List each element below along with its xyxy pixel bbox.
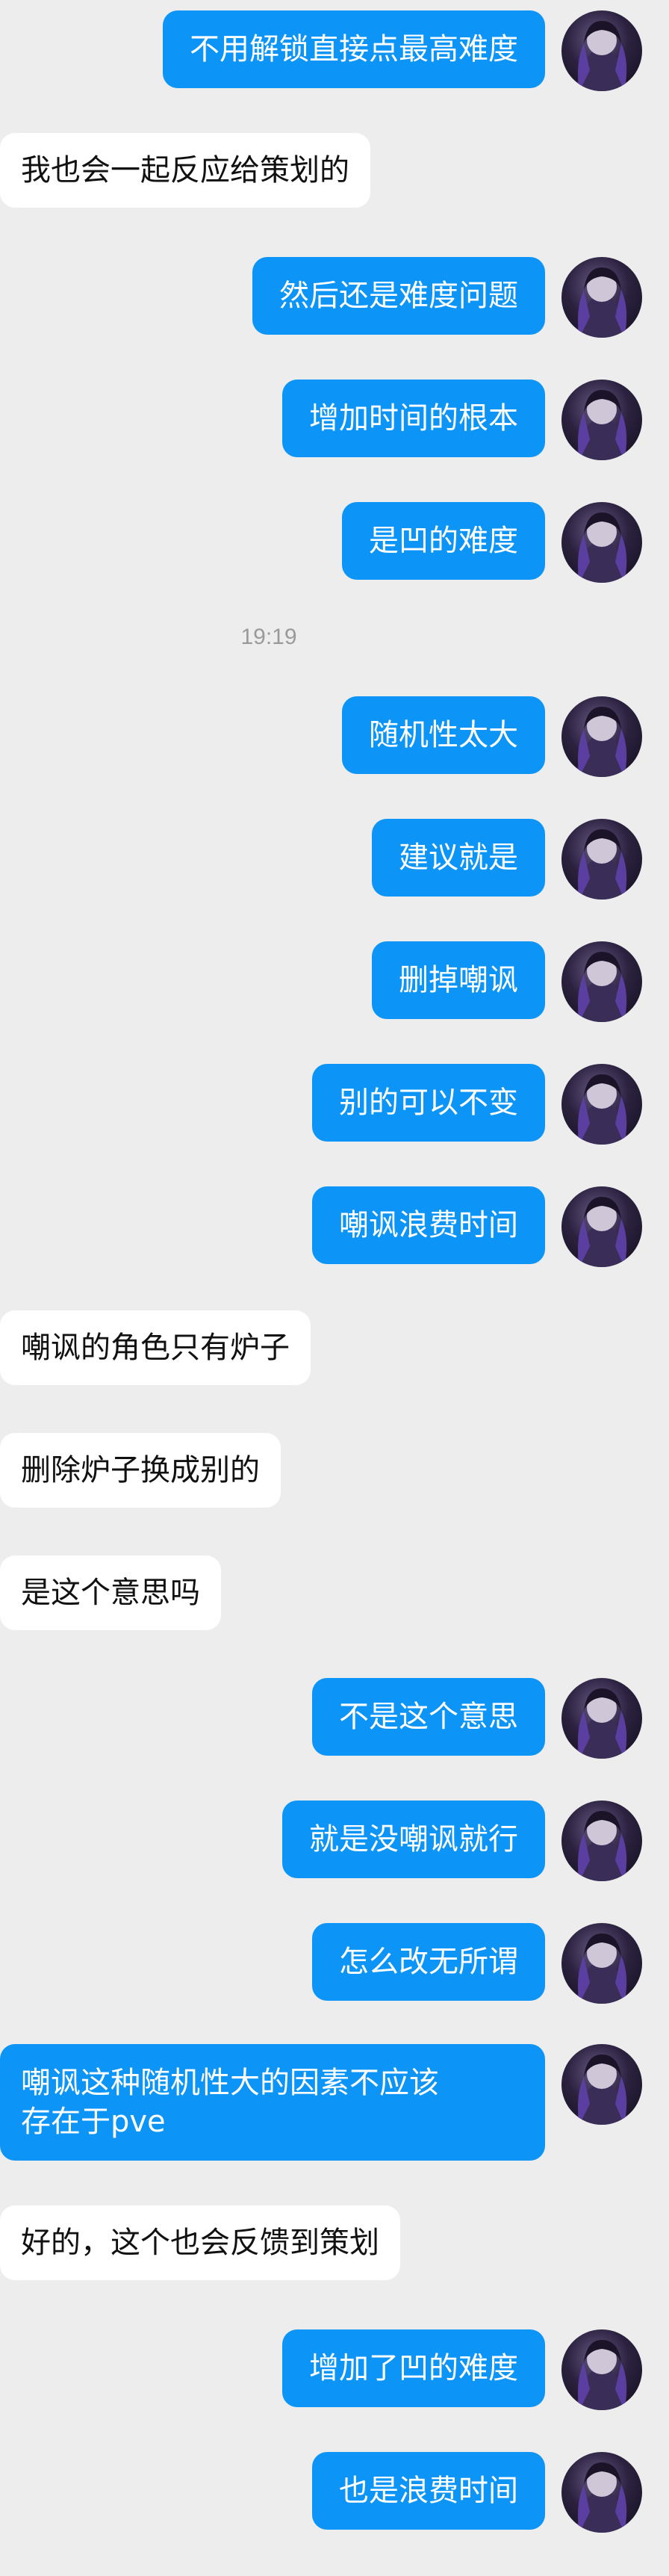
message-row-incoming: 我也会一起反应给策划的 xyxy=(0,133,669,215)
message-row-outgoing: 随机性太大 xyxy=(0,696,669,778)
user-avatar-icon[interactable] xyxy=(561,1923,642,2004)
user-avatar-icon[interactable] xyxy=(561,10,642,91)
message-row-outgoing: 嘲讽浪费时间 xyxy=(0,1186,669,1269)
message-row-outgoing: 不是这个意思 xyxy=(0,1678,669,1760)
message-bubble-incoming[interactable]: 删除炉子换成别的 xyxy=(0,1433,281,1508)
chat-timestamp: 19:19 xyxy=(240,625,297,649)
user-avatar-icon[interactable] xyxy=(561,380,642,460)
user-avatar-icon[interactable] xyxy=(561,2329,642,2410)
user-avatar-icon[interactable] xyxy=(561,1801,642,1881)
message-bubble-outgoing[interactable]: 是凹的难度 xyxy=(342,502,545,580)
message-row-outgoing: 怎么改无所谓 xyxy=(0,1923,669,2005)
message-row-outgoing: 也是浪费时间 xyxy=(0,2452,669,2534)
message-row-incoming: 嘲讽的角色只有炉子 xyxy=(0,1310,669,1393)
user-avatar-icon[interactable] xyxy=(561,2044,642,2125)
message-bubble-incoming[interactable]: 好的，这个也会反馈到策划 xyxy=(0,2205,400,2280)
user-avatar-icon[interactable] xyxy=(561,1064,642,1145)
message-row-outgoing: 增加时间的根本 xyxy=(0,380,669,462)
message-bubble-outgoing[interactable]: 增加了凹的难度 xyxy=(282,2329,545,2407)
message-bubble-incoming[interactable]: 我也会一起反应给策划的 xyxy=(0,133,370,208)
message-row-outgoing: 别的可以不变 xyxy=(0,1064,669,1146)
message-row-outgoing: 就是没嘲讽就行 xyxy=(0,1801,669,1883)
user-avatar-icon[interactable] xyxy=(561,2452,642,2533)
message-bubble-outgoing[interactable]: 增加时间的根本 xyxy=(282,380,545,457)
message-row-outgoing: 不用解锁直接点最高难度 xyxy=(0,10,669,93)
message-bubble-outgoing[interactable]: 然后还是难度问题 xyxy=(252,257,545,335)
message-row-outgoing: 删掉嘲讽 xyxy=(0,941,669,1024)
message-bubble-outgoing[interactable]: 不用解锁直接点最高难度 xyxy=(163,10,545,88)
message-bubble-outgoing[interactable]: 也是浪费时间 xyxy=(312,2452,545,2530)
message-row-outgoing: 增加了凹的难度 xyxy=(0,2329,669,2412)
message-row-outgoing: 是凹的难度 xyxy=(0,502,669,584)
message-bubble-outgoing[interactable]: 怎么改无所谓 xyxy=(312,1923,545,2001)
message-row-outgoing: 然后还是难度问题 xyxy=(0,257,669,339)
message-bubble-outgoing[interactable]: 嘲讽这种随机性大的因素不应该 存在于pve xyxy=(0,2044,545,2161)
message-row-incoming: 删除炉子换成别的 xyxy=(0,1433,669,1515)
user-avatar-icon[interactable] xyxy=(561,257,642,338)
user-avatar-icon[interactable] xyxy=(561,502,642,583)
message-bubble-outgoing[interactable]: 不是这个意思 xyxy=(312,1678,545,1756)
message-bubble-outgoing[interactable]: 就是没嘲讽就行 xyxy=(282,1801,545,1878)
message-bubble-outgoing[interactable]: 随机性太大 xyxy=(342,696,545,774)
message-row-incoming: 是这个意思吗 xyxy=(0,1555,669,1638)
message-bubble-outgoing[interactable]: 别的可以不变 xyxy=(312,1064,545,1142)
user-avatar-icon[interactable] xyxy=(561,1186,642,1267)
message-bubble-outgoing[interactable]: 删掉嘲讽 xyxy=(372,941,545,1019)
message-bubble-outgoing[interactable]: 建议就是 xyxy=(372,819,545,897)
message-bubble-outgoing[interactable]: 嘲讽浪费时间 xyxy=(312,1186,545,1264)
message-row-outgoing: 建议就是 xyxy=(0,819,669,901)
message-bubble-incoming[interactable]: 嘲讽的角色只有炉子 xyxy=(0,1310,311,1385)
user-avatar-icon[interactable] xyxy=(561,696,642,777)
user-avatar-icon[interactable] xyxy=(561,941,642,1022)
user-avatar-icon[interactable] xyxy=(561,1678,642,1759)
message-bubble-incoming[interactable]: 是这个意思吗 xyxy=(0,1555,221,1630)
message-row-incoming: 好的，这个也会反馈到策划 xyxy=(0,2205,669,2288)
message-row-outgoing: 嘲讽这种随机性大的因素不应该 存在于pve xyxy=(0,2044,669,2167)
user-avatar-icon[interactable] xyxy=(561,819,642,900)
